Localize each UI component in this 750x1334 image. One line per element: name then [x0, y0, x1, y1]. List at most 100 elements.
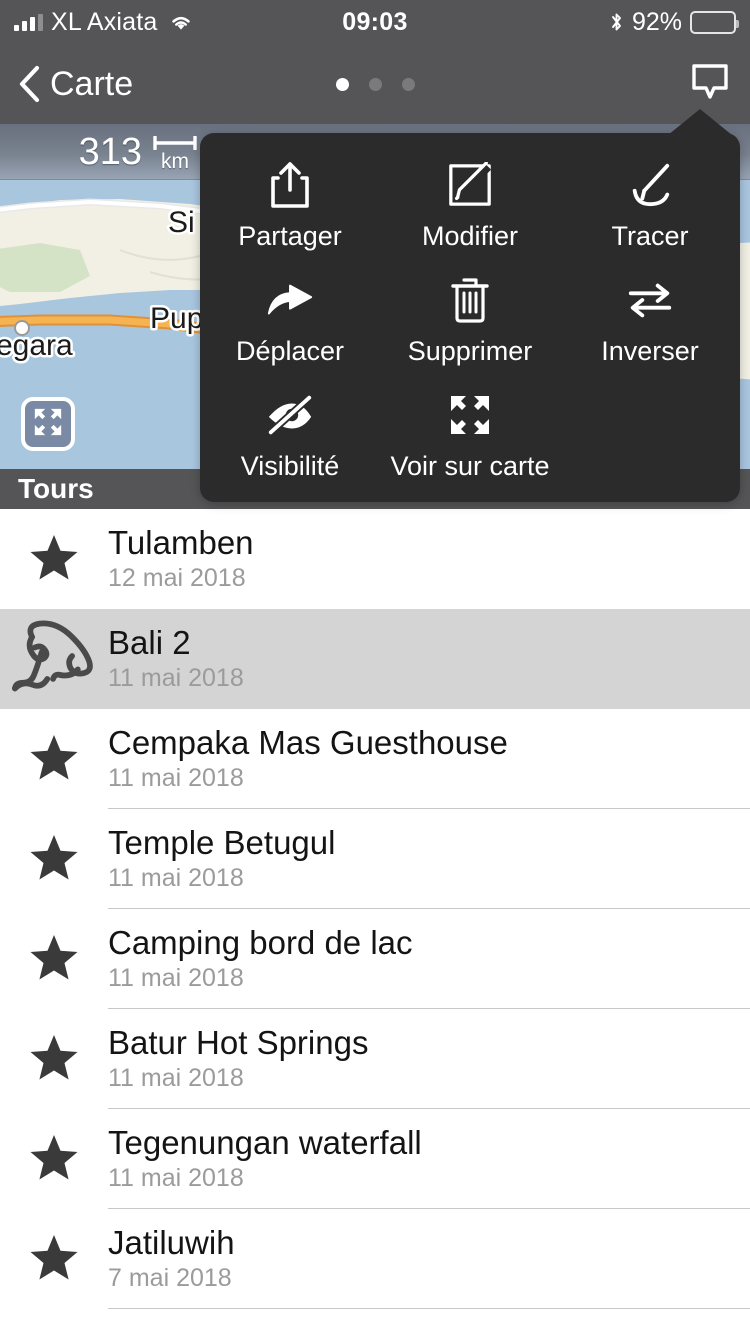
tour-date: 12 mai 2018 [108, 564, 246, 593]
tour-title: Temple Betugul [108, 824, 336, 862]
wifi-icon [169, 12, 193, 32]
menu-item-tracer[interactable]: Tracer [560, 161, 740, 250]
menu-item-label: Voir sur carte [390, 451, 550, 481]
menu-item-label: Inverser [601, 336, 699, 366]
popup-pointer-arrow [668, 109, 732, 135]
menu-item-label: Tracer [611, 221, 689, 251]
tour-date: 11 mai 2018 [108, 864, 244, 893]
row-text: Batur Hot Springs 11 mai 2018 [108, 1024, 369, 1093]
status-bar-right: 92% [609, 7, 739, 37]
back-button[interactable]: Carte [18, 65, 133, 103]
table-row[interactable]: Bali 2 11 mai 2018 [0, 609, 750, 709]
tour-date: 11 mai 2018 [108, 964, 244, 993]
page-dot-2[interactable] [368, 77, 382, 91]
menu-item-deplacer[interactable]: Déplacer [200, 276, 380, 365]
table-row[interactable]: Cempaka Mas Guesthouse 11 mai 2018 [0, 709, 750, 809]
trash-icon [450, 276, 490, 324]
tour-title: Tegenungan waterfall [108, 1124, 422, 1162]
menu-item-label: Modifier [421, 221, 519, 251]
row-text: Tulamben 12 mai 2018 [108, 524, 254, 593]
star-icon [29, 533, 79, 586]
star-icon [29, 933, 79, 986]
row-text: Bali 2 11 mai 2018 [108, 624, 244, 693]
ruler-icon [152, 134, 198, 151]
row-icon-slot [0, 533, 108, 586]
track-route-icon [11, 616, 97, 703]
menu-item-label: Déplacer [235, 336, 345, 366]
speech-bubble-icon [688, 60, 732, 109]
row-icon-slot [0, 1233, 108, 1286]
signal-bars-icon [14, 13, 43, 31]
row-icon-slot [0, 1133, 108, 1186]
fullscreen-arrows-icon [32, 406, 64, 443]
row-icon-slot [0, 733, 108, 786]
menu-item-supprimer[interactable]: Supprimer [380, 276, 560, 365]
map-scale-inner: 313 km [79, 132, 198, 172]
expand-arrows-icon [448, 391, 492, 439]
back-button-label: Carte [50, 65, 134, 103]
context-menu-popup[interactable]: Partager Modifier Tracer Déplacer Suppri… [200, 109, 740, 502]
map-label-pupuan: Pup [150, 302, 203, 335]
table-row[interactable]: Tegenungan waterfall 11 mai 2018 [0, 1109, 750, 1209]
battery-icon [690, 10, 739, 34]
context-menu-grid: Partager Modifier Tracer Déplacer Suppri… [200, 161, 740, 480]
row-icon-slot [0, 1033, 108, 1086]
table-row[interactable]: Jatiluwih 7 mai 2018 [0, 1209, 750, 1309]
star-icon [29, 1133, 79, 1186]
star-icon [29, 1233, 79, 1286]
menu-item-visibilite[interactable]: Visibilité [200, 391, 380, 480]
status-bar: XL Axiata 09:03 92% [0, 0, 750, 44]
tour-title: Cempaka Mas Guesthouse [108, 724, 508, 762]
carrier-label: XL Axiata [51, 7, 158, 36]
map-fullscreen-button[interactable] [21, 397, 75, 451]
table-row[interactable]: Batur Hot Springs 11 mai 2018 [0, 1009, 750, 1109]
star-icon [29, 1033, 79, 1086]
menu-item-label: Visibilité [240, 451, 340, 481]
battery-percent-label: 92% [631, 7, 682, 36]
tour-date: 11 mai 2018 [108, 1164, 244, 1193]
share-icon [267, 161, 313, 209]
status-bar-left: XL Axiata [14, 7, 193, 36]
draw-trace-icon [627, 161, 673, 209]
menu-item-voir-sur-carte[interactable]: Voir sur carte [380, 391, 560, 480]
menu-item-partager[interactable]: Partager [200, 161, 380, 250]
tour-date: 11 mai 2018 [108, 1064, 244, 1093]
row-text: Temple Betugul 11 mai 2018 [108, 824, 336, 893]
tour-title: Batur Hot Springs [108, 1024, 369, 1062]
menu-item-label: Supprimer [407, 336, 533, 366]
bluetooth-icon [609, 11, 624, 33]
row-separator [108, 1308, 750, 1309]
row-text: Camping bord de lac 11 mai 2018 [108, 924, 413, 993]
eye-slash-icon [265, 391, 315, 439]
map-label-singaraja: Si [168, 206, 195, 239]
table-row[interactable]: Camping bord de lac 11 mai 2018 [0, 909, 750, 1009]
map-scale-unit: km [161, 149, 189, 173]
table-row[interactable]: Tulamben 12 mai 2018 [0, 509, 750, 609]
map-scale-value: 313 [78, 130, 142, 173]
tour-date: 11 mai 2018 [108, 764, 244, 793]
tour-title: Bali 2 [108, 624, 191, 662]
star-icon [29, 833, 79, 886]
row-text: Tegenungan waterfall 11 mai 2018 [108, 1124, 422, 1193]
page-dot-3[interactable] [401, 77, 415, 91]
edit-pencil-square-icon [447, 161, 493, 209]
row-icon-slot [0, 933, 108, 986]
tour-title: Tulamben [108, 524, 254, 562]
page-dot-1[interactable] [335, 77, 349, 91]
tour-list[interactable]: Tulamben 12 mai 2018 Bali 2 11 mai 2018 [0, 509, 750, 1309]
speech-bubble-button[interactable] [688, 60, 732, 109]
menu-item-label: Partager [238, 221, 342, 251]
row-icon-slot [0, 616, 108, 703]
move-arrow-icon [265, 276, 315, 324]
table-row[interactable]: Temple Betugul 11 mai 2018 [0, 809, 750, 909]
row-icon-slot [0, 833, 108, 886]
tour-date: 11 mai 2018 [108, 664, 244, 693]
menu-item-modifier[interactable]: Modifier [380, 161, 560, 250]
menu-item-inverser[interactable]: Inverser [560, 276, 740, 365]
tour-title: Jatiluwih [108, 1224, 235, 1262]
swap-arrows-icon [625, 276, 675, 324]
row-text: Jatiluwih 7 mai 2018 [108, 1224, 235, 1293]
navigation-bar: Carte [0, 44, 750, 124]
map-label-negara: egara [0, 329, 73, 362]
tour-date: 7 mai 2018 [108, 1264, 232, 1293]
